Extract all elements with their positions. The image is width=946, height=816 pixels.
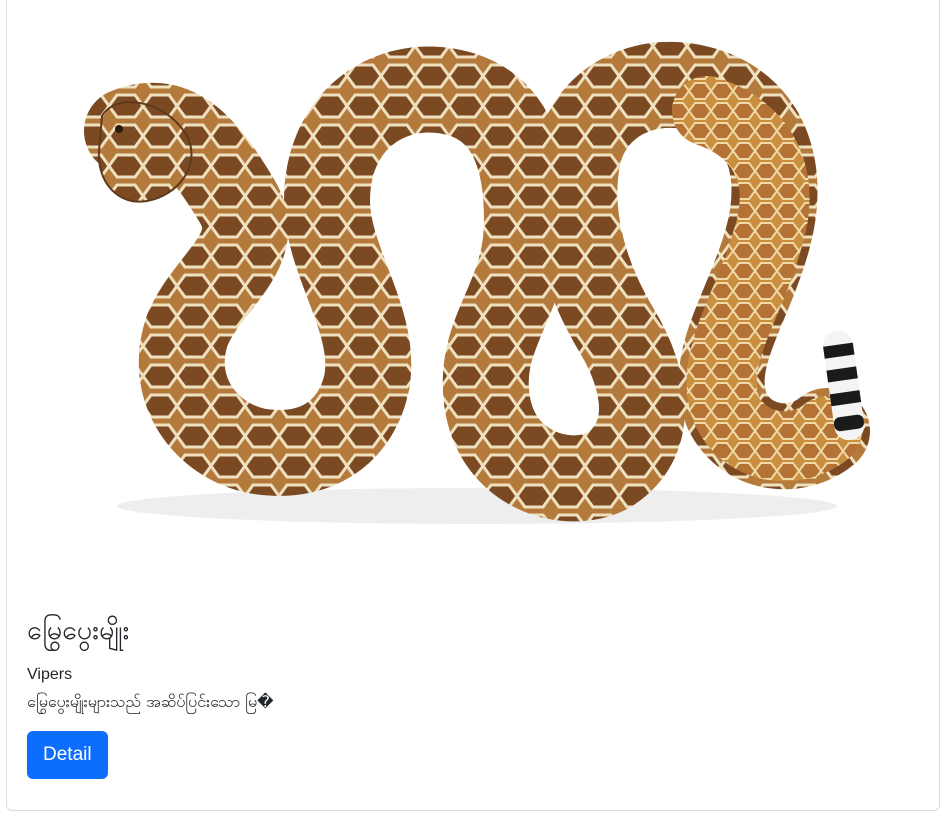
rattlesnake-photo <box>84 41 870 524</box>
detail-button[interactable]: Detail <box>27 731 108 779</box>
card-image <box>7 1 939 591</box>
card-title: မြွေပွေးမျိုး <box>27 615 130 646</box>
snake-card: မြွေပွေးမျိုး Vipers မြွေပွေးမျိုးများသည… <box>6 0 940 811</box>
card-description: မြွေပွေးမျိုးများသည် အဆိပ်ပြင်းသော မြ� <box>27 692 274 711</box>
card-subtitle: Vipers <box>27 666 73 683</box>
card-body: မြွေပွေးမျိုး Vipers မြွေပွေးမျိုးများသည… <box>27 611 917 779</box>
